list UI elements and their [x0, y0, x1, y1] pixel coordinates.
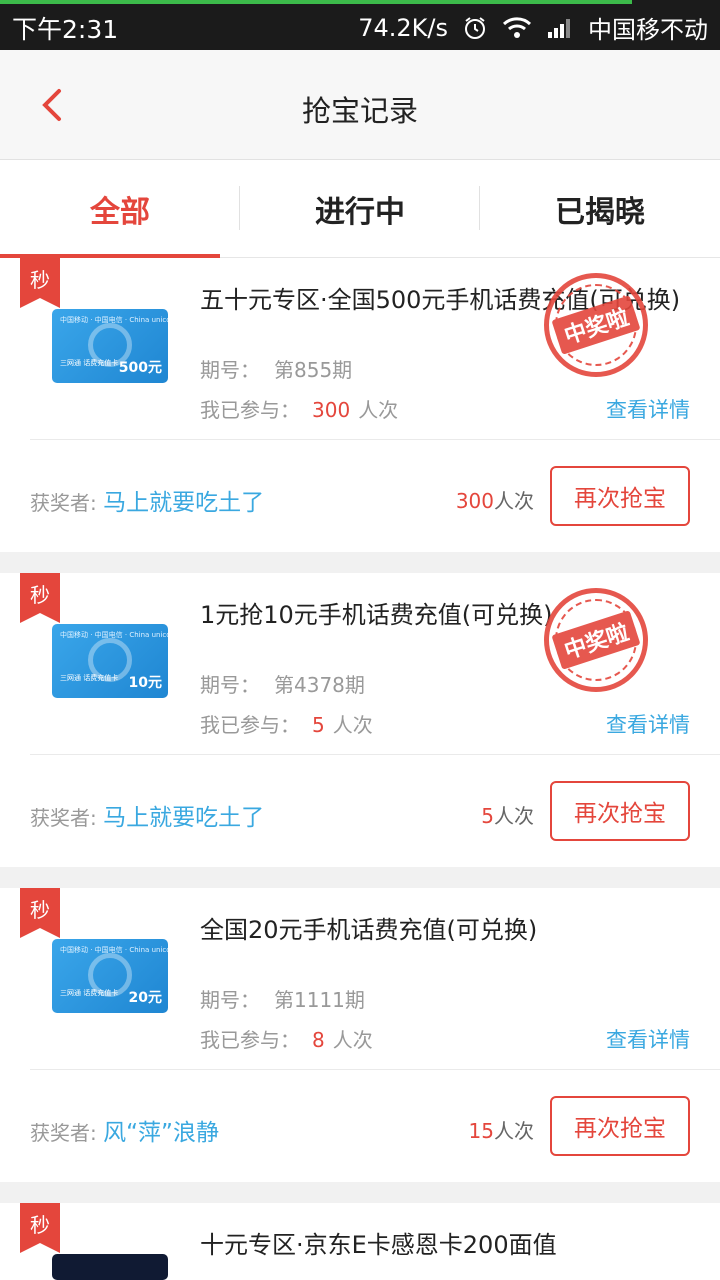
winner-line: 获奖者: 风“萍”浪静: [30, 1113, 219, 1147]
count-unit: 人次: [494, 1119, 534, 1143]
joined-label: 我已参与：: [200, 713, 300, 737]
record-title: 全国20元手机话费充值(可兑换): [200, 916, 538, 944]
product-image: 中国移动 · 中国电信 · China unicom 三网通 话费充值卡 10元: [52, 624, 168, 698]
winner-stamp: 中奖啦: [544, 588, 648, 692]
record-title: 十元专区·京东E卡感恩卡200面值: [200, 1231, 557, 1259]
joined-unit: 人次: [358, 398, 399, 422]
total-count-value: 5: [481, 804, 494, 828]
tab-label: 已揭晓: [555, 194, 645, 230]
total-count: 300人次: [456, 485, 534, 514]
issue-label: 期号：: [200, 988, 260, 1012]
page-title: 抢宝记录: [301, 94, 418, 128]
net-speed: 74.2K/s: [358, 13, 448, 42]
total-count: 5人次: [481, 800, 534, 829]
card-text: 三网通 话费充值卡: [60, 989, 119, 997]
seckill-badge: 秒: [20, 258, 60, 308]
product-image: 中国移动 · 中国电信 · China unicom 三网通 话费充值卡 20元: [52, 939, 168, 1013]
view-details-link[interactable]: 查看详情: [606, 394, 690, 424]
tab-label: 进行中: [315, 194, 405, 230]
view-details-link[interactable]: 查看详情: [606, 1024, 690, 1054]
record-card[interactable]: 秒 十元专区·京东E卡感恩卡200面值: [0, 1203, 720, 1280]
retry-button[interactable]: 再次抢宝: [550, 781, 690, 841]
winner-stamp: 中奖啦: [544, 273, 648, 377]
app-header: 抢宝记录: [0, 50, 720, 160]
seckill-badge: 秒: [20, 888, 60, 938]
alarm-icon: [462, 15, 488, 41]
joined-count: 8: [312, 1028, 325, 1052]
tab-revealed[interactable]: 已揭晓: [480, 160, 720, 257]
card-divider: [30, 439, 720, 440]
card-amount: 20元: [128, 990, 162, 1006]
card-amount: 500元: [118, 360, 162, 376]
page-load-progress: [0, 0, 632, 4]
card-text: 三网通 话费充值卡: [60, 674, 119, 682]
joined-count: 300: [312, 398, 351, 422]
winner-line: 获奖者: 马上就要吃土了: [30, 798, 264, 832]
status-right: 74.2K/s 中国移不动: [358, 10, 708, 45]
retry-button[interactable]: 再次抢宝: [550, 466, 690, 526]
tab-label: 全部: [90, 194, 150, 230]
signal-icon: [546, 16, 574, 40]
issue-value: 第4378期: [274, 673, 365, 697]
wifi-icon: [502, 16, 532, 40]
winner-label: 获奖者:: [30, 491, 97, 515]
joined-line: 我已参与： 5 人次: [200, 709, 373, 738]
card-divider: [30, 754, 720, 755]
count-unit: 人次: [494, 489, 534, 513]
issue-label: 期号：: [200, 673, 260, 697]
joined-label: 我已参与：: [200, 1028, 300, 1052]
joined-unit: 人次: [332, 713, 373, 737]
winner-label: 获奖者:: [30, 806, 97, 830]
total-count-value: 300: [455, 489, 494, 513]
winner-label: 获奖者:: [30, 1121, 97, 1145]
card-divider: [30, 1069, 720, 1070]
joined-line: 我已参与： 300 人次: [200, 394, 398, 423]
issue-line: 期号： 第4378期: [200, 669, 365, 698]
total-count: 15人次: [469, 1115, 534, 1144]
record-card[interactable]: 秒 中国移动 · 中国电信 · China unicom 三网通 话费充值卡 2…: [0, 888, 720, 1182]
winner-line: 获奖者: 马上就要吃土了: [30, 483, 264, 517]
issue-line: 期号： 第1111期: [200, 984, 365, 1013]
joined-label: 我已参与：: [200, 398, 300, 422]
total-count-value: 15: [468, 1119, 494, 1143]
issue-line: 期号： 第855期: [200, 354, 352, 383]
tab-in-progress[interactable]: 进行中: [240, 160, 480, 257]
seckill-badge: 秒: [20, 1203, 60, 1253]
carrier-name: 中国移不动: [588, 16, 708, 44]
joined-unit: 人次: [332, 1028, 373, 1052]
joined-count: 5: [312, 713, 325, 737]
record-card[interactable]: 秒 中国移动 · 中国电信 · China unicom 三网通 话费充值卡 5…: [0, 258, 720, 552]
status-bar: 下午2:31 74.2K/s 中国移不动: [0, 0, 720, 50]
winner-name[interactable]: 风“萍”浪静: [103, 1120, 219, 1146]
product-image: [52, 1254, 168, 1280]
retry-button[interactable]: 再次抢宝: [550, 1096, 690, 1156]
issue-label: 期号：: [200, 358, 260, 382]
card-text: 三网通 话费充值卡: [60, 359, 119, 367]
tab-all[interactable]: 全部: [0, 160, 240, 258]
card-amount: 10元: [128, 675, 162, 691]
product-image: 中国移动 · 中国电信 · China unicom 三网通 话费充值卡 500…: [52, 309, 168, 383]
view-details-link[interactable]: 查看详情: [606, 709, 690, 739]
seckill-badge: 秒: [20, 573, 60, 623]
issue-value: 第1111期: [274, 988, 365, 1012]
tab-bar: 全部 进行中 已揭晓: [0, 160, 720, 258]
issue-value: 第855期: [274, 358, 353, 382]
winner-name[interactable]: 马上就要吃土了: [103, 490, 264, 516]
record-card[interactable]: 秒 中国移动 · 中国电信 · China unicom 三网通 话费充值卡 1…: [0, 573, 720, 867]
count-unit: 人次: [494, 804, 534, 828]
joined-line: 我已参与： 8 人次: [200, 1024, 373, 1053]
status-time: 下午2:31: [12, 15, 119, 44]
winner-name[interactable]: 马上就要吃土了: [103, 805, 264, 831]
